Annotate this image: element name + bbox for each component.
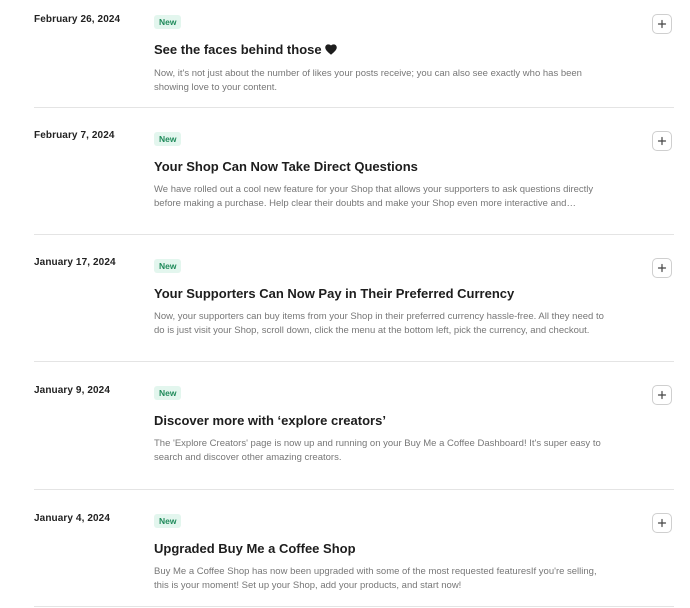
plus-icon [657,518,667,528]
new-badge: New [154,386,182,400]
entry-description: We have rolled out a cool new feature fo… [154,184,594,209]
plus-icon [657,390,667,400]
entry-title[interactable]: Your Supporters Can Now Pay in Their Pre… [154,286,614,301]
new-badge: New [154,259,182,273]
entry-description: Now, it's not just about the number of l… [154,68,582,93]
expand-button[interactable] [652,131,672,151]
entry-title[interactable]: See the faces behind those [154,42,614,58]
changelog-entry: January 17, 2024 New Your Supporters Can… [34,235,674,362]
entry-date: January 4, 2024 [34,513,110,524]
entry-title[interactable]: Upgraded Buy Me a Coffee Shop [154,541,614,556]
expand-button[interactable] [652,385,672,405]
new-badge: New [154,15,182,29]
entry-date: January 17, 2024 [34,257,116,268]
entry-body: New See the faces behind those Now, it's… [154,12,614,95]
entry-date: February 7, 2024 [34,130,115,141]
entry-body: New Upgraded Buy Me a Coffee Shop Buy Me… [154,511,614,593]
expand-button[interactable] [652,14,672,34]
new-badge: New [154,132,182,146]
entry-title[interactable]: Discover more with ‘explore creators’ [154,413,614,428]
entry-body: New Your Supporters Can Now Pay in Their… [154,256,614,338]
expand-button[interactable] [652,258,672,278]
entry-date: January 9, 2024 [34,385,110,396]
entry-date: February 26, 2024 [34,14,121,25]
entry-body: New Discover more with ‘explore creators… [154,383,614,465]
plus-icon [657,263,667,273]
entry-body: New Your Shop Can Now Take Direct Questi… [154,129,614,211]
changelog-feed: February 26, 2024 New See the faces behi… [34,0,674,607]
entry-description: The 'Explore Creators' page is now up an… [154,438,601,463]
new-badge: New [154,514,182,528]
plus-icon [657,19,667,29]
expand-button[interactable] [652,513,672,533]
entry-title-text: See the faces behind those [154,42,322,57]
heart-icon [324,43,337,58]
entry-description: Buy Me a Coffee Shop has now been upgrad… [154,566,597,591]
changelog-entry: January 9, 2024 New Discover more with ‘… [34,362,674,490]
plus-icon [657,136,667,146]
entry-description: Now, your supporters can buy items from … [154,311,604,336]
entry-title[interactable]: Your Shop Can Now Take Direct Questions [154,159,614,174]
changelog-entry: February 7, 2024 New Your Shop Can Now T… [34,108,674,235]
changelog-entry: January 4, 2024 New Upgraded Buy Me a Co… [34,490,674,607]
changelog-entry: February 26, 2024 New See the faces behi… [34,0,674,108]
